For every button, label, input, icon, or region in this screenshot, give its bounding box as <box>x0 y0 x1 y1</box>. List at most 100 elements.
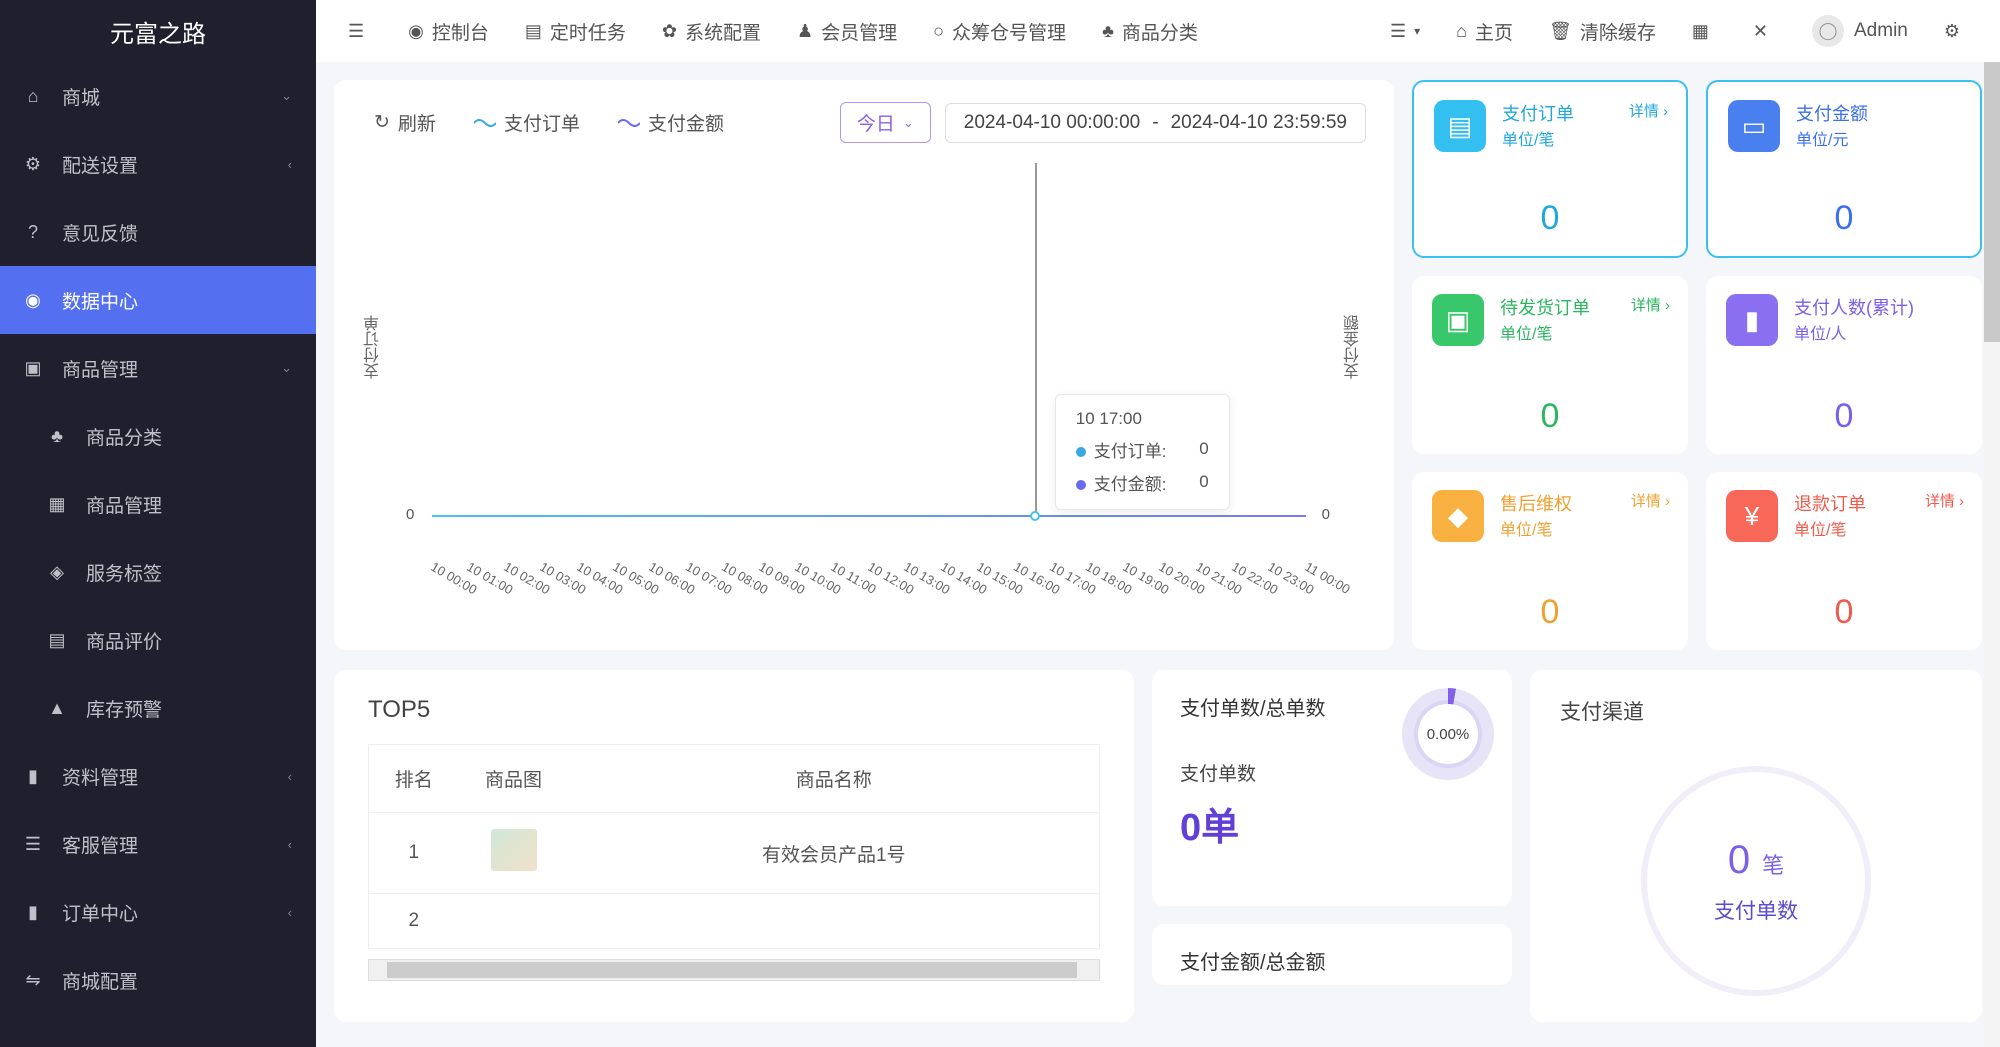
period-label: 今日 <box>857 109 895 136</box>
period-select[interactable]: 今日⌄ <box>840 102 931 143</box>
sidebar-item-order-center[interactable]: ▮订单中心‹ <box>0 878 316 946</box>
topbar-category[interactable]: ♣商品分类 <box>1084 0 1216 62</box>
nav-label: 商品管理 <box>86 491 162 518</box>
series-pay-amount[interactable]: 支付金额 <box>606 103 736 142</box>
topbar-member[interactable]: ♟ 会员管理 <box>779 0 915 62</box>
sidebar-item-delivery[interactable]: ⚙配送设置‹ <box>0 130 316 198</box>
list-icon: ☰ <box>1390 21 1406 42</box>
x-tick-label: 11 00:00 <box>1302 559 1310 572</box>
sidebar-item-mall-config[interactable]: ⇋商城配置 <box>0 946 316 1014</box>
channel-circle: 0笔 支付单数 <box>1641 766 1871 996</box>
x-tick-label: 10 18:00 <box>1084 559 1092 572</box>
card-pending-ship[interactable]: ▣ 待发货订单单位/笔 详情 › 0 <box>1412 276 1688 454</box>
chart-cursor-marker <box>1030 511 1040 521</box>
card-pay-order[interactable]: ▤ 支付订单单位/笔 详情 › 0 <box>1412 80 1688 258</box>
topbar-cron[interactable]: ▤定时任务 <box>507 0 644 62</box>
wallet-icon: ▭ <box>1728 100 1780 152</box>
chevron-left-icon: ‹ <box>288 905 292 920</box>
chart-area[interactable]: 支付订单 支付金额 0 0 10 00:0010 01:0010 02:0010… <box>362 153 1366 583</box>
table-row[interactable]: 2 <box>369 894 1100 949</box>
sidebar-item-product-review[interactable]: ▤商品评价 <box>0 606 316 674</box>
topbar-settings-button[interactable]: ⚙ <box>1926 0 1986 62</box>
scrollbar-thumb[interactable] <box>387 962 1077 978</box>
topbar-fullscreen-button[interactable]: ✕ <box>1735 0 1794 62</box>
topbar-grid-button[interactable]: ▦ <box>1674 0 1735 62</box>
refresh-button[interactable]: ↻刷新 <box>362 103 448 142</box>
ctrl-label: 支付金额 <box>648 109 724 136</box>
nav-label: 数据中心 <box>62 287 138 314</box>
x-tick-label: 10 08:00 <box>720 559 728 572</box>
card-detail-link[interactable]: 详情 › <box>1925 490 1964 511</box>
series-pay-order[interactable]: 支付订单 <box>462 103 592 142</box>
chevron-left-icon: ‹ <box>288 769 292 784</box>
topbar-home[interactable]: ⌂主页 <box>1438 0 1531 62</box>
menu-icon: ☰ <box>348 21 364 42</box>
sidebar-item-product-category[interactable]: ♣商品分类 <box>0 402 316 470</box>
sidebar-item-product-manage[interactable]: ▣商品管理⌄ <box>0 334 316 402</box>
package-icon: ▣ <box>1432 294 1484 346</box>
tb-label: 控制台 <box>432 18 489 45</box>
sidebar-item-service-tag[interactable]: ◈ 服务标签 <box>0 538 316 606</box>
date-range-picker[interactable]: 2024-04-10 00:00:00 - 2024-04-10 23:59:5… <box>945 103 1366 143</box>
date-end: 2024-04-10 23:59:59 <box>1171 112 1347 134</box>
document-icon: ▮ <box>20 902 46 923</box>
card-detail-link[interactable]: 详情 › <box>1631 294 1670 315</box>
top5-panel: TOP5 排名 商品图 商品名称 1 有效会员产品1号 2 <box>334 670 1134 1022</box>
vertical-scrollbar[interactable] <box>1984 62 2000 1047</box>
topbar-list-menu[interactable]: ☰▾ <box>1372 0 1438 62</box>
sidebar-item-stock-alert[interactable]: ▲库存预警 <box>0 674 316 742</box>
sidebar-item-mall[interactable]: ⌂商城⌄ <box>0 62 316 130</box>
tooltip-k1: 支付订单: <box>1094 442 1167 461</box>
x-tick-label: 10 09:00 <box>756 559 764 572</box>
tb-label: 商品分类 <box>1122 18 1198 45</box>
topbar-console[interactable]: ◉ 控制台 <box>390 0 507 62</box>
user-icon: ♟ <box>797 21 813 42</box>
date-start: 2024-04-10 00:00:00 <box>964 112 1140 134</box>
x-tick-label: 10 14:00 <box>938 559 946 572</box>
hamburger-button[interactable]: ☰ <box>330 0 390 62</box>
warning-icon: ▲ <box>44 698 70 719</box>
scrollbar-thumb[interactable] <box>1984 62 2000 342</box>
topbar-user-menu[interactable]: ◯Admin <box>1794 0 1926 62</box>
col-rank: 排名 <box>369 745 459 813</box>
chart-tooltip: 10 17:00 支付订单:0 支付金额:0 <box>1055 394 1230 510</box>
x-tick-label: 10 22:00 <box>1229 559 1237 572</box>
nav-label: 商城 <box>62 83 100 110</box>
tag-icon: ◈ <box>44 562 70 583</box>
sidebar-item-product-admin[interactable]: ▦商品管理 <box>0 470 316 538</box>
sidebar-item-feedback[interactable]: ?意见反馈 <box>0 198 316 266</box>
table-row[interactable]: 1 有效会员产品1号 <box>369 813 1100 894</box>
chart-panel: ↻刷新 支付订单 支付金额 今日⌄ 2024-04-10 00:00:00 - … <box>334 80 1394 650</box>
x-tick-label: 10 23:00 <box>1266 559 1274 572</box>
gauge-percent: 0.00% <box>1418 704 1478 764</box>
tb-label: Admin <box>1854 20 1908 42</box>
sidebar-item-service-mgmt[interactable]: ☰客服管理‹ <box>0 810 316 878</box>
card-aftersale[interactable]: ◆ 售后维权单位/笔 详情 › 0 <box>1412 472 1688 650</box>
nav-label: 服务标签 <box>86 559 162 586</box>
sidebar-item-data-center[interactable]: ◉数据中心 <box>0 266 316 334</box>
card-pay-amount[interactable]: ▭ 支付金额单位/元 0 <box>1706 80 1982 258</box>
tb-label: 会员管理 <box>821 18 897 45</box>
cell-rank: 2 <box>369 894 459 949</box>
topbar-sys-config[interactable]: ✿系统配置 <box>644 0 779 62</box>
gauge-title: 支付金额/总金额 <box>1180 946 1484 975</box>
col-name: 商品名称 <box>569 745 1100 813</box>
sidebar-item-material[interactable]: ▮资料管理‹ <box>0 742 316 810</box>
card-refund[interactable]: ¥ 退款订单单位/笔 详情 › 0 <box>1706 472 1982 650</box>
wave-icon <box>618 117 640 129</box>
top5-table: 排名 商品图 商品名称 1 有效会员产品1号 2 <box>368 744 1100 949</box>
card-detail-link[interactable]: 详情 › <box>1629 100 1668 121</box>
card-unit: 单位/元 <box>1796 126 1960 150</box>
cell-rank: 1 <box>369 813 459 894</box>
chart-icon: ▮ <box>1726 294 1778 346</box>
card-detail-link[interactable]: 详情 › <box>1631 490 1670 511</box>
topbar-warehouse[interactable]: ○众筹仓号管理 <box>915 0 1084 62</box>
topbar-clear-cache[interactable]: 🗑清除缓存 <box>1531 0 1674 62</box>
horizontal-scrollbar[interactable] <box>368 959 1100 981</box>
caret-down-icon: ▾ <box>1414 24 1420 38</box>
dot-icon <box>1076 447 1086 457</box>
refresh-icon: ↻ <box>374 111 390 134</box>
card-pay-people[interactable]: ▮ 支付人数(累计)单位/人 0 <box>1706 276 1982 454</box>
x-axis-labels: 10 00:0010 01:0010 02:0010 03:0010 04:00… <box>432 558 1306 573</box>
gauge-icon: ◉ <box>408 21 424 42</box>
